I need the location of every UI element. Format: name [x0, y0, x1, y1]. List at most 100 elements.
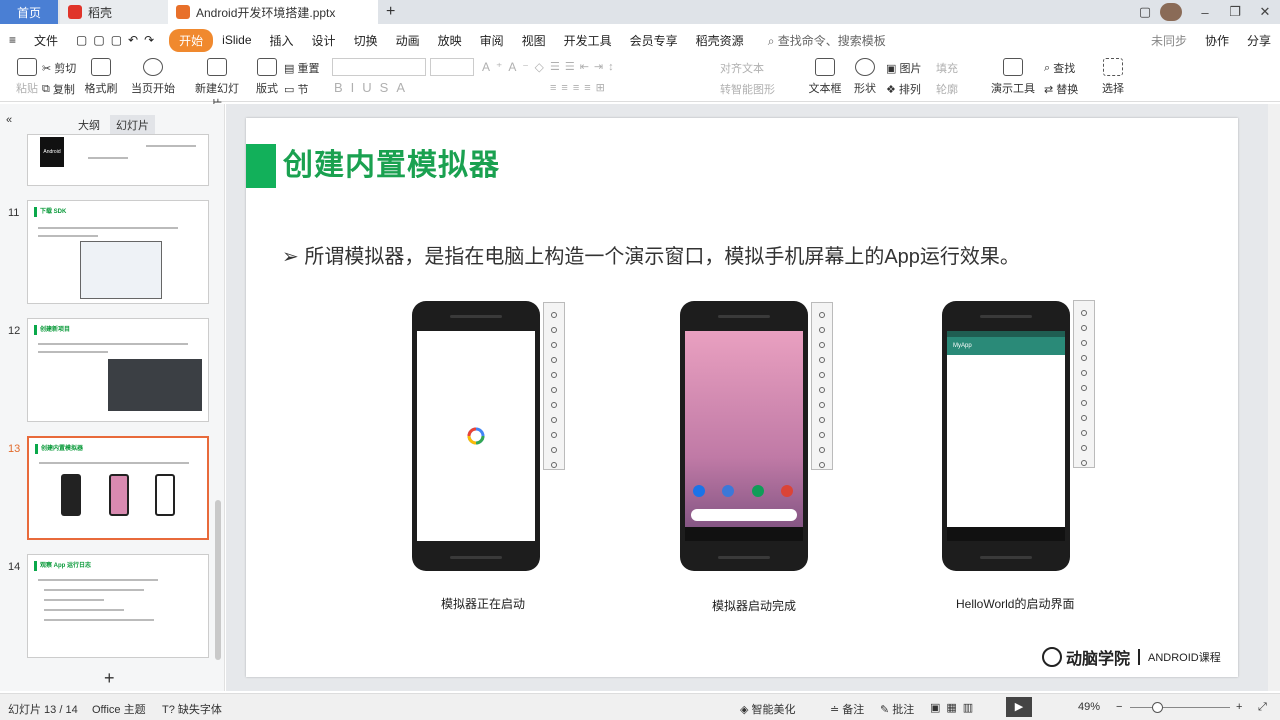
layout-button[interactable]: 版式 — [246, 58, 288, 96]
copy-button[interactable]: ⧉ 复制 — [42, 81, 75, 97]
layout-label: 版式 — [256, 83, 278, 95]
tab-outline[interactable]: 大纲 — [78, 117, 100, 133]
arrange-label: 排列 — [898, 84, 921, 96]
shapes-label: 形状 — [854, 83, 876, 95]
zoom-in-button[interactable]: + — [1236, 701, 1242, 713]
phone-booting — [412, 301, 540, 571]
slide-thumb-14[interactable]: 观察 App 运行日志 — [27, 554, 209, 658]
quick-access-icons[interactable]: ▢▢▢↶↷ — [67, 33, 169, 47]
emulator-toolbar[interactable] — [811, 302, 833, 470]
thumb-line — [146, 145, 196, 147]
maximize-button[interactable]: ❐ — [1220, 4, 1250, 20]
collab-button[interactable]: 协作 — [1196, 32, 1238, 49]
command-search[interactable]: ⌕ 查找命令、搜索模板 — [759, 32, 895, 49]
menu-animation[interactable]: 动画 — [387, 32, 429, 49]
smartart-button[interactable]: 转智能图形 — [720, 81, 775, 97]
menu-insert[interactable]: 插入 — [261, 32, 303, 49]
from-current-button[interactable]: 当页开始 — [128, 58, 178, 96]
reset-button[interactable]: ▤ 重置 — [284, 60, 319, 76]
view-buttons[interactable]: ▣▦▥ — [930, 701, 979, 714]
menu-start[interactable]: 开始 — [169, 28, 214, 52]
slide[interactable]: 创建内置模拟器 ➢ 所谓模拟器，是指在电脑上构造一个演示窗口，模拟手机屏幕上的A… — [246, 118, 1238, 677]
phone-screen — [685, 331, 803, 541]
tab-daoke[interactable]: 稻壳 — [60, 0, 168, 24]
text-box-button[interactable]: 文本框 — [804, 58, 846, 96]
menu-dev-tools[interactable]: 开发工具 — [555, 32, 621, 49]
fit-window-icon[interactable]: ⤢ — [1258, 701, 1267, 714]
minimize-button[interactable]: – — [1190, 5, 1220, 20]
tab-slides[interactable]: 幻灯片 — [110, 115, 155, 135]
font-size-select[interactable] — [430, 58, 474, 76]
fill-button[interactable]: 填充 — [936, 60, 958, 76]
tab-document-label: Android开发环境搭建.pptx — [196, 5, 336, 20]
arrange-button[interactable]: ❖ 排列 — [886, 81, 921, 97]
thumb-line — [44, 599, 104, 601]
new-tab-button[interactable]: + — [386, 0, 395, 24]
present-tools-button[interactable]: 演示工具 — [988, 58, 1038, 96]
emulator-toolbar[interactable] — [1073, 300, 1095, 468]
theme-name[interactable]: Office 主题 — [92, 701, 146, 717]
notes-label: 备注 — [842, 704, 865, 716]
select-button[interactable]: 选择 — [1092, 58, 1134, 96]
missing-font-button[interactable]: T? 缺失字体 — [162, 701, 222, 717]
layout-icon[interactable]: ▢ — [1130, 4, 1160, 20]
arrange-icon: ❖ — [886, 83, 899, 96]
thumb-title: 下载 SDK — [34, 207, 66, 217]
collapse-icon[interactable]: « — [6, 114, 12, 126]
thumb-line — [88, 157, 128, 159]
arrow-bullet-icon: ➢ — [282, 246, 305, 268]
align-buttons[interactable]: ≡≡≡≡⊞ — [550, 81, 610, 94]
shapes-button[interactable]: 形状 — [844, 58, 886, 96]
add-slide-button[interactable]: + — [104, 668, 115, 689]
hamburger-icon[interactable]: ≡ — [0, 33, 25, 47]
slide-number: 11 — [8, 207, 20, 219]
slideshow-play-button[interactable]: ▶ — [1006, 697, 1032, 717]
panel-scrollbar[interactable] — [215, 500, 221, 660]
avatar[interactable] — [1160, 3, 1182, 21]
picture-button[interactable]: ▣ 图片 — [886, 60, 921, 76]
menu-file[interactable]: 文件 — [25, 32, 67, 49]
cut-button[interactable]: ✂ 剪切 — [42, 60, 76, 76]
menu-view[interactable]: 视图 — [513, 32, 555, 49]
slide-thumb-13[interactable]: 创建内置模拟器 — [27, 436, 209, 540]
menu-design[interactable]: 设计 — [303, 32, 345, 49]
slide-thumb-12[interactable]: 创建新项目 — [27, 318, 209, 422]
outline-button[interactable]: 轮廓 — [936, 81, 958, 97]
menu-islide[interactable]: iSlide — [213, 33, 260, 47]
menu-transition[interactable]: 切换 — [345, 32, 387, 49]
replace-button[interactable]: ⇄ 替换 — [1044, 81, 1078, 97]
format-painter-button[interactable]: 格式刷 — [80, 58, 122, 96]
menu-bar: ≡ 文件 ▢▢▢↶↷ 开始 iSlide 插入 设计 切换 动画 放映 审阅 视… — [0, 26, 1280, 54]
app-bar: MyApp — [947, 337, 1065, 355]
notes-button[interactable]: ≐ 备注 — [830, 701, 864, 717]
zoom-slider-knob[interactable] — [1152, 702, 1163, 713]
slide-thumb-11[interactable]: 下载 SDK — [27, 200, 209, 304]
menu-daoke-res[interactable]: 稻壳资源 — [687, 32, 753, 49]
zoom-slider[interactable] — [1130, 707, 1230, 708]
share-button[interactable]: 分享 — [1238, 32, 1280, 49]
find-button[interactable]: ⌕ 查找 — [1044, 60, 1075, 76]
slide-thumb-10[interactable]: Android — [27, 134, 209, 186]
canvas-scrollbar[interactable] — [1268, 104, 1280, 691]
zoom-level[interactable]: 49% — [1078, 701, 1100, 713]
tab-document[interactable]: Android开发环境搭建.pptx — [168, 0, 378, 24]
menu-slideshow[interactable]: 放映 — [429, 32, 471, 49]
font-name-select[interactable] — [332, 58, 426, 76]
slide-title: 创建内置模拟器 — [283, 149, 500, 182]
emulator-toolbar[interactable] — [543, 302, 565, 470]
comments-button[interactable]: ✎ 批注 — [880, 701, 914, 717]
tab-home[interactable]: 首页 — [0, 0, 58, 24]
align-text-button[interactable]: 对齐文本 — [720, 60, 764, 76]
search-icon: ⌕ — [767, 33, 778, 48]
sync-status[interactable]: 未同步 — [1142, 32, 1196, 49]
section-button[interactable]: ▭ 节 — [284, 81, 308, 97]
beautify-button[interactable]: ◈ 智能美化 — [740, 701, 796, 717]
zoom-out-button[interactable]: − — [1116, 701, 1122, 713]
font-grow-icon[interactable]: A⁺A⁻◇ — [482, 60, 550, 74]
list-buttons[interactable]: ☰☰⇤⇥↕ — [550, 60, 619, 73]
menu-review[interactable]: 审阅 — [471, 32, 513, 49]
font-icon: T? — [162, 704, 178, 716]
close-button[interactable]: ✕ — [1250, 4, 1280, 20]
menu-member[interactable]: 会员专享 — [621, 32, 687, 49]
font-style-buttons[interactable]: BIUSA — [334, 80, 413, 95]
